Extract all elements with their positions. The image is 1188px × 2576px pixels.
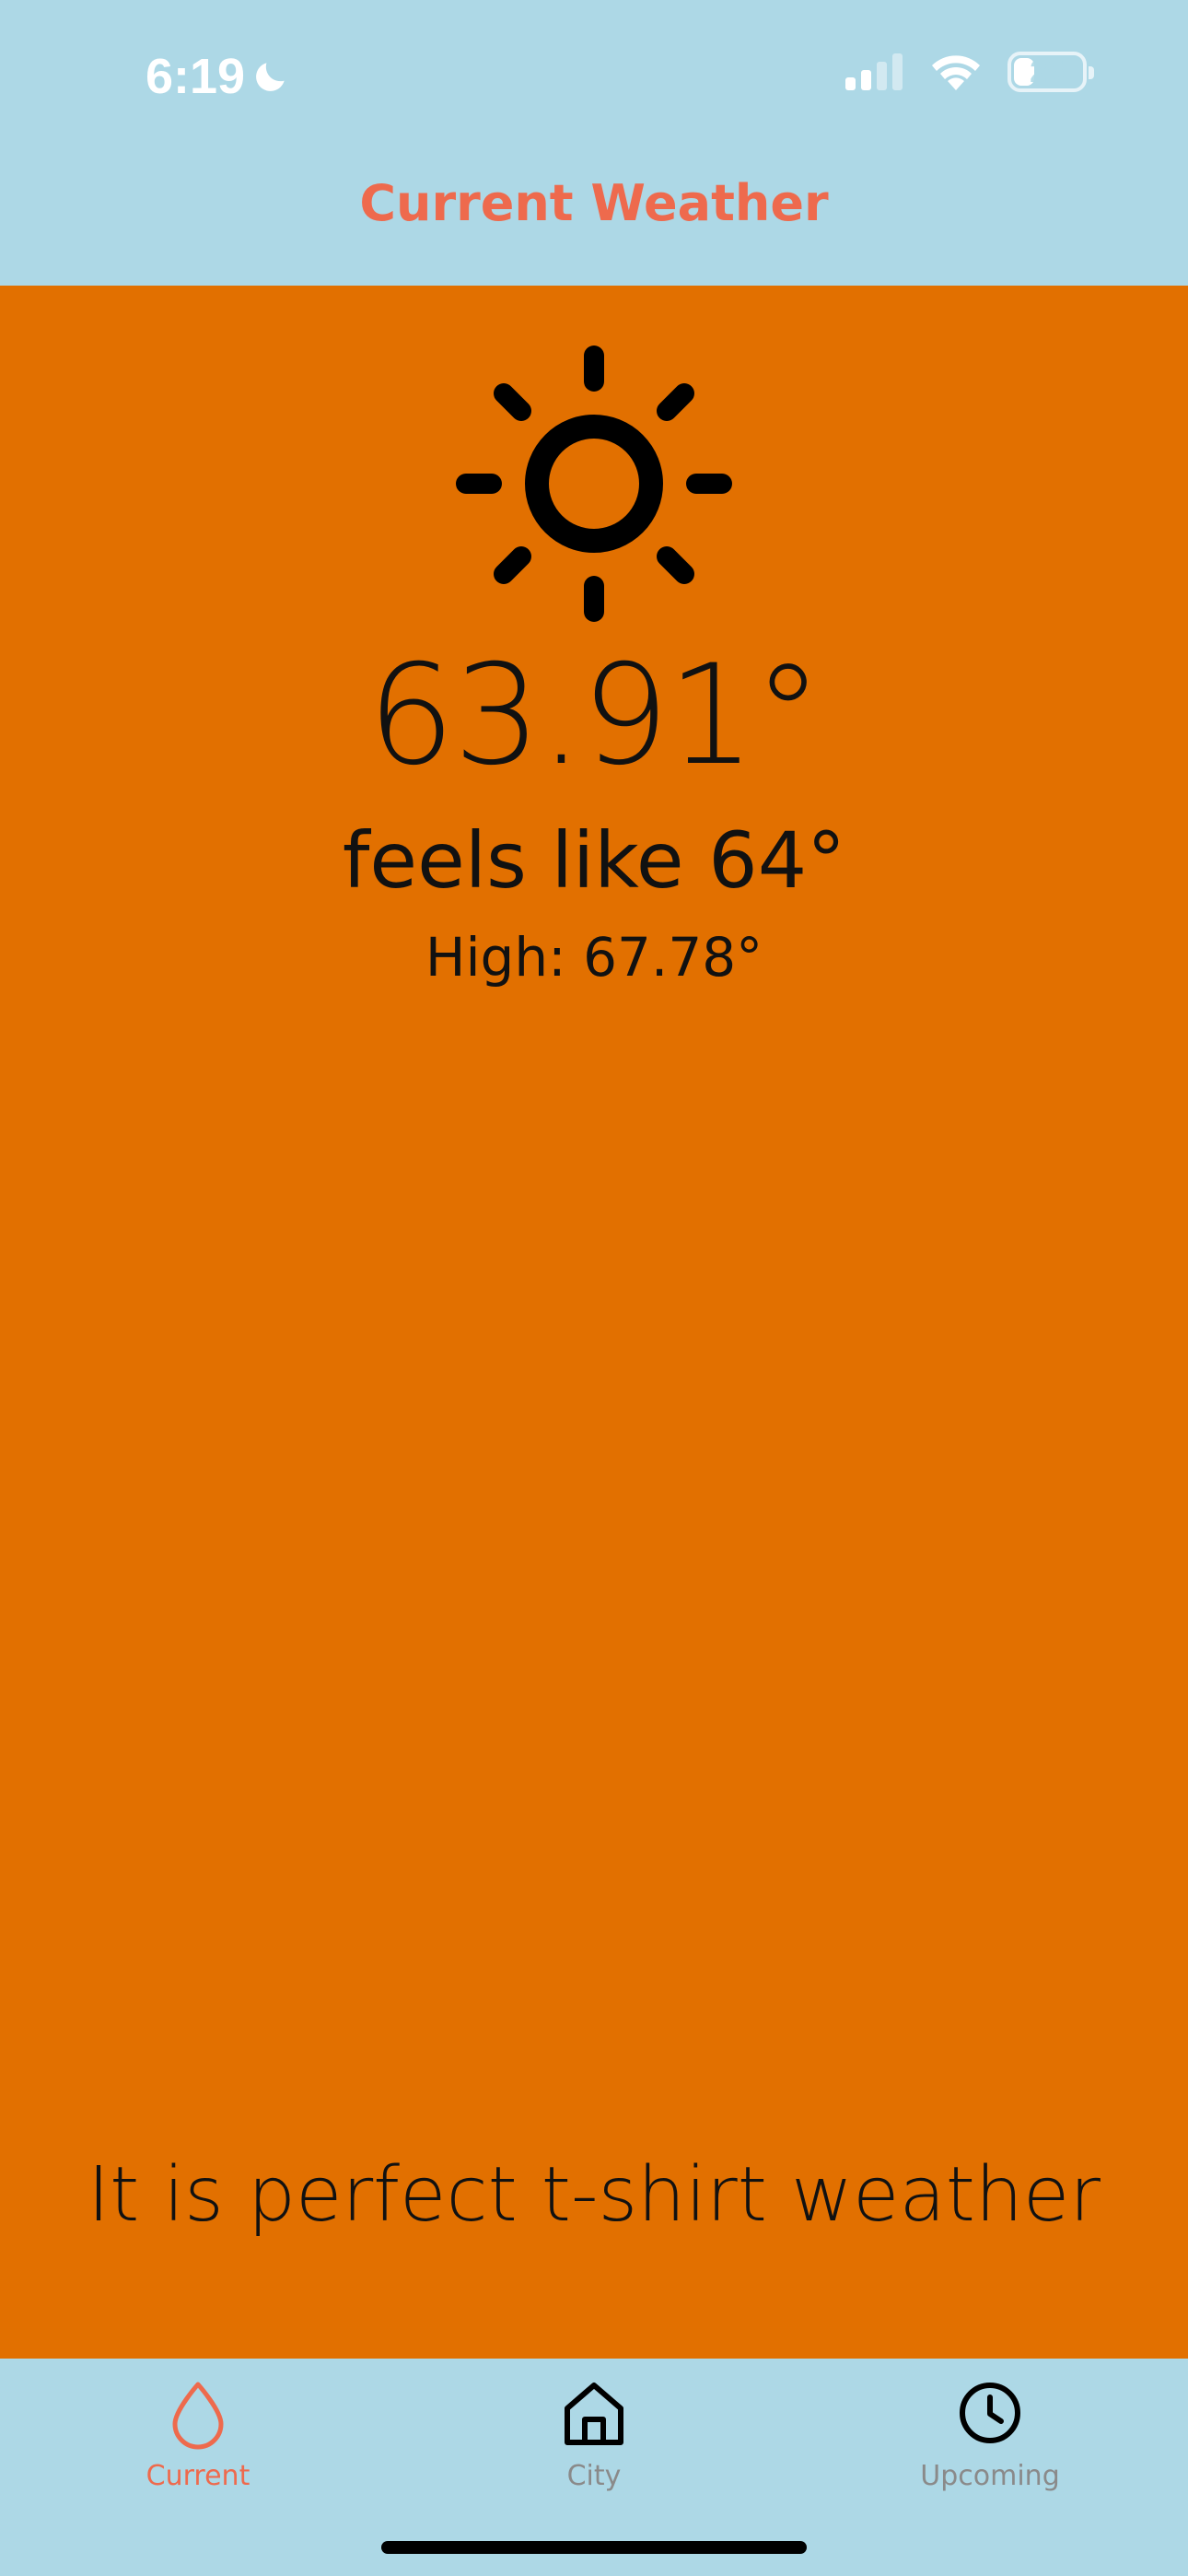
feels-like-temperature: feels like 64° [342, 815, 846, 906]
current-temperature: 63.91° [367, 636, 822, 796]
page-title: Current Weather [359, 173, 829, 232]
battery-indicator: 25 [1007, 52, 1094, 92]
status-indicators: 25 [844, 52, 1094, 92]
sun-icon [456, 345, 732, 622]
status-time: 6:19 [146, 48, 291, 105]
navigation-header: Current Weather [0, 157, 1188, 286]
tab-city[interactable]: City [442, 2375, 746, 2492]
tab-current-label: Current [146, 2460, 250, 2492]
clock-icon [960, 2383, 1020, 2443]
high-temperature: High: 67.78° [425, 926, 763, 989]
wifi-icon [932, 55, 980, 90]
battery-level: 25 [1030, 53, 1065, 89]
moon-icon [256, 63, 285, 91]
weather-message: It is perfect t-shirt weather [87, 2151, 1101, 2239]
tab-city-label: City [566, 2460, 622, 2492]
status-time-text: 6:19 [146, 49, 246, 104]
home-icon [565, 2383, 623, 2445]
cellular-signal-icon [845, 53, 903, 90]
droplet-icon [172, 2382, 224, 2450]
tab-upcoming[interactable]: Upcoming [838, 2375, 1142, 2492]
tab-upcoming-label: Upcoming [920, 2460, 1060, 2492]
status-bar: 6:19 25 [0, 0, 1188, 157]
tab-current[interactable]: Current [46, 2375, 350, 2492]
weather-panel: 63.91° feels like 64° High: 67.78° It is… [0, 286, 1188, 2359]
battery-nub [1089, 66, 1094, 79]
home-indicator[interactable] [381, 2541, 807, 2554]
